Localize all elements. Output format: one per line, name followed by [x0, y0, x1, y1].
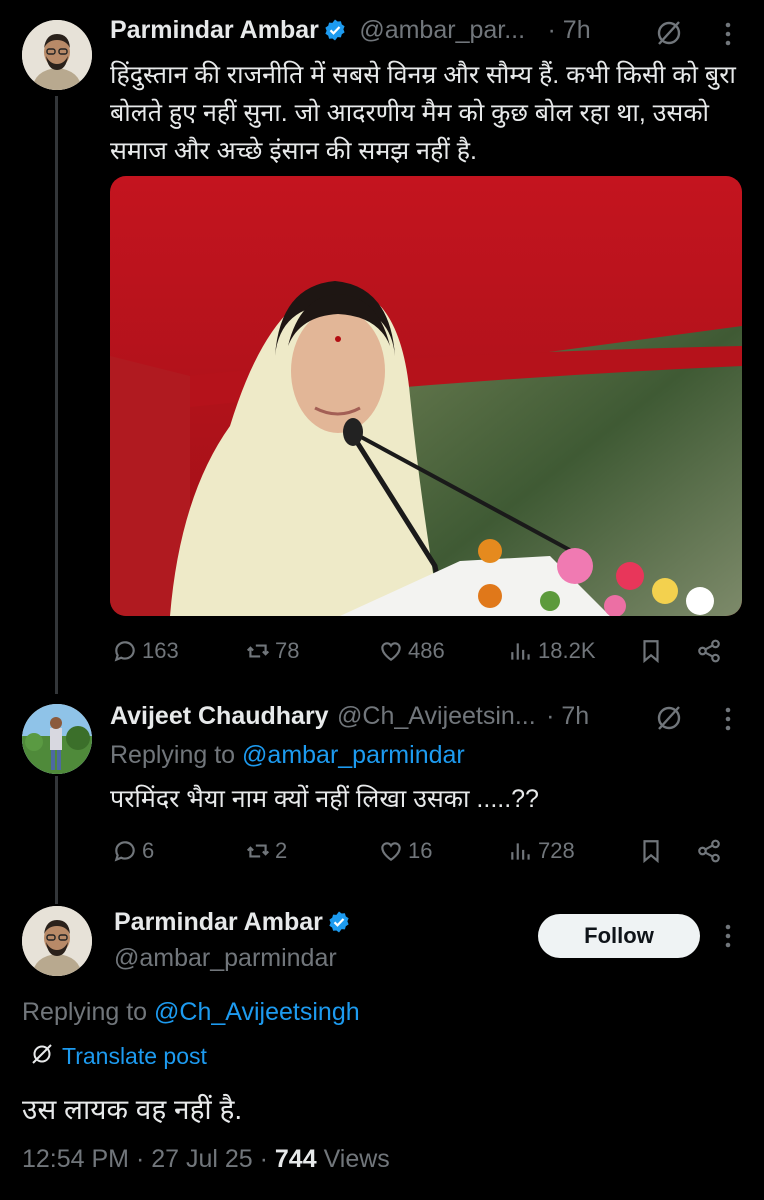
grok-icon[interactable] — [654, 703, 684, 738]
follow-button[interactable]: Follow — [538, 914, 700, 958]
author-name[interactable]: Avijeet Chaudhary — [110, 702, 329, 730]
tweet-header: Avijeet Chaudhary @Ch_Avijeetsin... · 7h — [110, 702, 589, 731]
timestamp[interactable]: 12:54 PM · 27 Jul 25 · — [22, 1145, 275, 1173]
avatar[interactable] — [22, 906, 92, 976]
share-button[interactable] — [696, 638, 726, 664]
bookmark-icon — [643, 640, 659, 664]
heart-icon — [381, 642, 401, 661]
more-options-icon[interactable] — [722, 20, 734, 53]
heart-icon — [381, 842, 401, 861]
translate-icon — [30, 1042, 54, 1071]
tweet-time[interactable]: · 7h — [548, 16, 591, 44]
share-icon — [698, 839, 720, 863]
avatar[interactable] — [22, 20, 92, 90]
reply-icon — [114, 841, 135, 862]
tweet-photo — [110, 176, 742, 616]
replying-to-handle[interactable]: @ambar_parmindar — [242, 741, 465, 769]
replying-to: Replying to @ambar_parmindar — [110, 741, 465, 770]
grok-icon[interactable] — [654, 18, 684, 53]
share-button[interactable] — [696, 838, 726, 864]
like-count: 486 — [408, 638, 445, 663]
translate-link[interactable]: Translate post — [62, 1043, 207, 1070]
repost-button[interactable]: 2 — [245, 838, 287, 864]
author-handle[interactable]: @ambar_par... — [359, 16, 525, 44]
views-count: 744 — [274, 1145, 317, 1173]
replying-to: Replying to @Ch_Avijeetsingh — [22, 998, 360, 1027]
author-name[interactable]: Parmindar Ambar — [110, 16, 319, 44]
reply-count: 6 — [142, 838, 155, 863]
verified-badge-icon — [327, 910, 351, 939]
views-label: Views — [316, 1145, 390, 1173]
tweet-text: हिंदुस्तान की राजनीति में सबसे विनम्र और… — [110, 61, 736, 165]
reply-button[interactable]: 6 — [112, 838, 154, 864]
avatar-photo — [22, 20, 92, 90]
author-name-row: Parmindar Ambar — [114, 908, 351, 939]
bookmark-button[interactable] — [638, 638, 668, 664]
tweet-text: उस लायक वह नहीं है. — [22, 1094, 243, 1125]
views-count: 728 — [538, 838, 575, 863]
author-handle[interactable]: @ambar_parmindar — [114, 944, 337, 973]
bookmark-icon — [643, 840, 659, 864]
repost-button[interactable]: 78 — [245, 638, 299, 664]
repost-icon — [246, 844, 270, 858]
repost-count: 78 — [275, 638, 300, 663]
avatar-photo — [22, 704, 92, 774]
translate-post[interactable]: Translate post — [30, 1042, 207, 1071]
views-button[interactable]: 728 — [508, 838, 575, 864]
tweet-header: Parmindar Ambar @ambar_par... · 7h — [110, 16, 591, 47]
views-button[interactable]: 18.2K — [508, 638, 596, 664]
bookmark-button[interactable] — [638, 838, 668, 864]
more-options-icon[interactable] — [722, 922, 734, 955]
replying-to-handle[interactable]: @Ch_Avijeetsingh — [154, 998, 360, 1026]
like-count: 16 — [408, 838, 433, 863]
views-icon — [511, 643, 530, 660]
reply-icon — [114, 641, 135, 662]
like-button[interactable]: 16 — [378, 838, 432, 864]
author-handle[interactable]: @Ch_Avijeetsin... — [337, 702, 536, 730]
repost-count: 2 — [275, 838, 288, 863]
views-count: 18.2K — [538, 638, 596, 663]
author-name[interactable]: Parmindar Ambar — [114, 908, 323, 936]
more-options-icon[interactable] — [722, 705, 734, 738]
thread-line — [55, 776, 58, 904]
replying-to-label: Replying to — [110, 741, 236, 769]
tweet-meta: 12:54 PM · 27 Jul 25 · 744 Views — [22, 1145, 390, 1174]
thread-line — [55, 96, 58, 694]
views-icon — [511, 843, 530, 860]
verified-badge-icon — [323, 18, 347, 47]
repost-icon — [246, 644, 270, 658]
reply-count: 163 — [142, 638, 179, 663]
tweet-text: परमिंदर भैया नाम क्यों नहीं लिखा उसका ..… — [110, 785, 539, 813]
tweet-image[interactable] — [110, 176, 742, 616]
avatar[interactable] — [22, 704, 92, 774]
avatar-photo — [22, 906, 92, 976]
reply-button[interactable]: 163 — [112, 638, 179, 664]
share-icon — [698, 639, 720, 663]
replying-to-label: Replying to — [22, 998, 148, 1026]
like-button[interactable]: 486 — [378, 638, 445, 664]
tweet-time[interactable]: · 7h — [546, 702, 589, 730]
